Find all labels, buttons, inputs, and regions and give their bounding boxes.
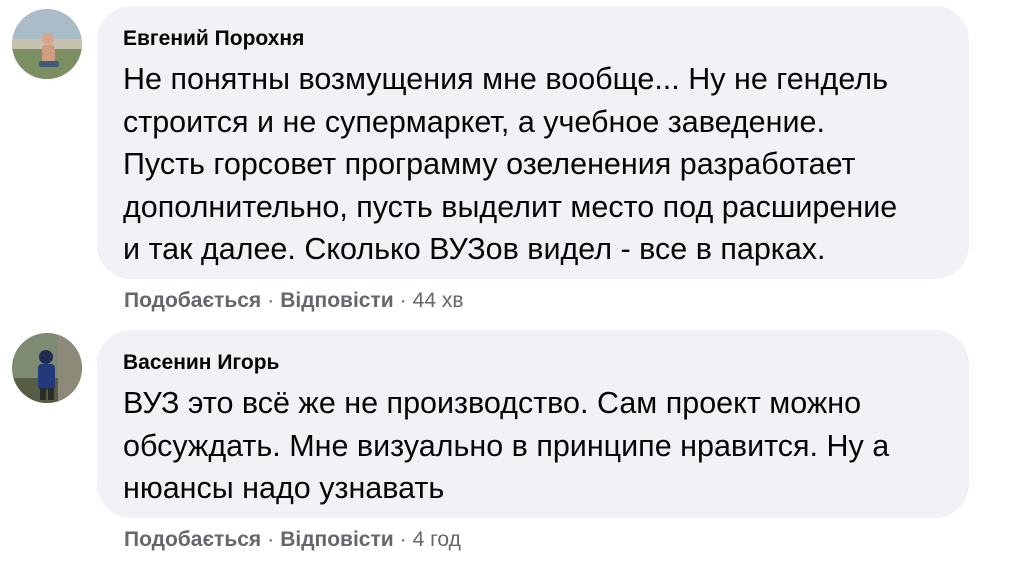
- comment-bubble: Васенин Игорь ВУЗ это всё же не производ…: [97, 330, 969, 518]
- comment-text-line: Не понятны возмущения мне вообще... Ну н…: [123, 62, 888, 96]
- comment-bubble: Евгений Порохня Не понятны возмущения мн…: [97, 6, 969, 279]
- avatar[interactable]: [12, 9, 82, 79]
- comment-text-line: дополнительно, пусть выделит место под р…: [123, 189, 898, 224]
- avatar-photo-icon: [12, 9, 82, 79]
- comment-text-line: Пусть горсовет программу озеленения разр…: [123, 147, 856, 181]
- separator: ·: [267, 528, 275, 551]
- comment-actions: Подобається · Відповісти · 4 год: [124, 528, 461, 552]
- avatar[interactable]: [12, 333, 82, 403]
- comment-timestamp[interactable]: 4 год: [413, 528, 461, 551]
- comment-actions: Подобається · Відповісти · 44 хв: [124, 289, 464, 313]
- comment-author[interactable]: Евгений Порохня: [123, 27, 304, 51]
- like-button[interactable]: Подобається: [124, 289, 261, 312]
- comment-author[interactable]: Васенин Игорь: [123, 351, 279, 375]
- comment-text-line: обсуждать. Мне визуально в принципе нрав…: [123, 428, 890, 463]
- comment-text: Не понятны возмущения мне вообще... Ну н…: [123, 58, 953, 271]
- comment-text-line: ВУЗ это всё же не производство. Сам прое…: [123, 386, 862, 420]
- reply-button[interactable]: Відповісти: [280, 289, 393, 312]
- separator: ·: [399, 289, 407, 312]
- comment-text-line: нюансы надо узнавать: [123, 471, 445, 505]
- avatar-photo-icon: [12, 333, 82, 403]
- comment-timestamp[interactable]: 44 хв: [413, 289, 464, 312]
- reply-button[interactable]: Відповісти: [280, 528, 393, 551]
- comment-text-line: и так далее. Сколько ВУЗов видел - все в…: [123, 232, 826, 266]
- separator: ·: [267, 289, 275, 312]
- comment-text: ВУЗ это всё же не производство. Сам прое…: [123, 382, 953, 510]
- like-button[interactable]: Подобається: [124, 528, 261, 551]
- separator: ·: [399, 528, 407, 551]
- comment-text-line: строится и не супермаркет, а учебное зав…: [123, 104, 825, 139]
